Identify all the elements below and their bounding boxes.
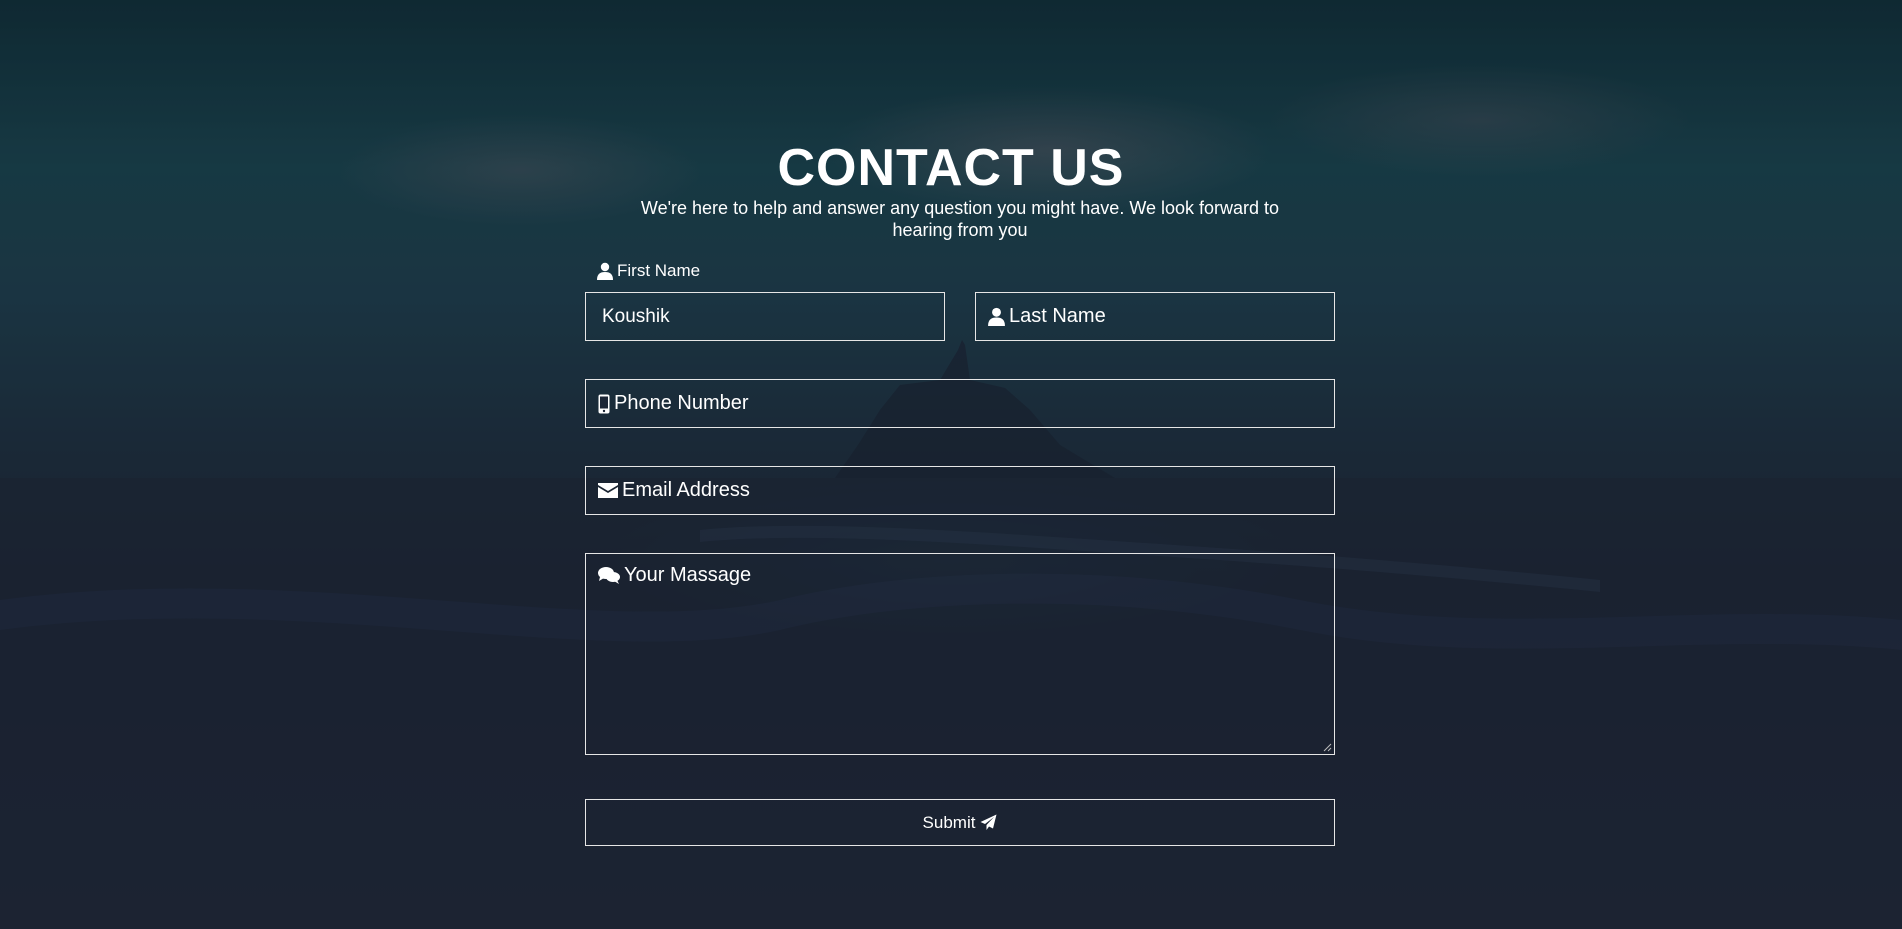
first-name-label-text: First Name <box>617 261 701 280</box>
submit-button[interactable]: Submit <box>585 799 1335 846</box>
first-name-input[interactable]: Koushik <box>585 292 945 341</box>
comments-icon <box>598 566 620 584</box>
user-icon <box>988 307 1005 326</box>
first-name-value: Koushik <box>602 305 670 327</box>
page-subtitle: We're here to help and answer any questi… <box>640 198 1280 240</box>
message-textarea[interactable]: Your Massage <box>585 553 1335 755</box>
page-title: CONTACT US <box>777 139 1125 197</box>
mobile-phone-icon <box>598 394 610 414</box>
last-name-placeholder: Last Name <box>1009 305 1106 327</box>
phone-number-placeholder: Phone Number <box>614 392 749 414</box>
submit-button-label: Submit <box>922 812 976 832</box>
first-name-label: First Name <box>597 260 700 282</box>
paper-plane-icon <box>980 814 997 831</box>
last-name-input[interactable]: Last Name <box>975 292 1335 341</box>
message-placeholder: Your Massage <box>624 564 752 586</box>
envelope-icon <box>598 483 618 498</box>
email-address-placeholder: Email Address <box>622 479 750 501</box>
phone-number-input[interactable]: Phone Number <box>585 379 1335 428</box>
resize-handle-icon[interactable] <box>1322 742 1332 752</box>
user-icon <box>597 262 613 280</box>
email-address-input[interactable]: Email Address <box>585 466 1335 515</box>
